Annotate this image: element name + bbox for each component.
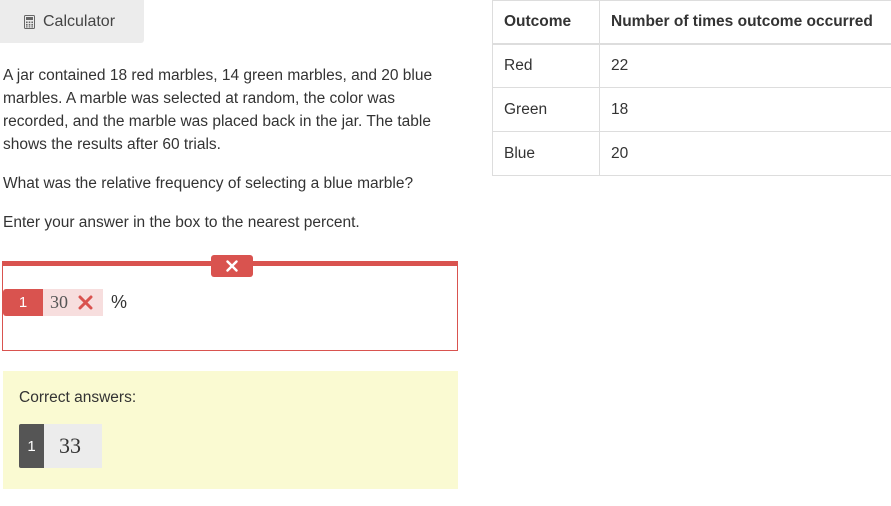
table-cell-outcome: Blue	[492, 131, 600, 176]
question-paragraph: A jar contained 18 red marbles, 14 green…	[3, 67, 433, 153]
response-number: 1	[3, 289, 43, 316]
question-text: A jar contained 18 red marbles, 14 green…	[3, 64, 463, 250]
calculator-button[interactable]: Calculator	[0, 0, 144, 43]
correct-answers-title: Correct answers:	[19, 389, 137, 406]
correct-answer-row: 1 33	[19, 424, 102, 468]
question-instruction: Enter your answer in the box to the near…	[3, 214, 360, 231]
response-row: 1 30 %	[3, 289, 127, 316]
correct-answers-panel: Correct answers: 1 33	[3, 371, 458, 489]
table-cell-count: 20	[599, 131, 891, 176]
answer-box[interactable]: 1 30 %	[2, 255, 458, 351]
correct-answer-number: 1	[19, 424, 44, 468]
correct-answer-value: 33	[44, 424, 102, 468]
response-value: 30	[50, 292, 68, 312]
close-icon	[226, 260, 238, 272]
calculator-icon	[24, 14, 35, 29]
table-cell-outcome: Red	[492, 43, 600, 88]
table-row: Blue 20	[492, 131, 891, 176]
question-prompt: What was the relative frequency of selec…	[3, 175, 414, 192]
calculator-label: Calculator	[43, 12, 116, 30]
table-header-outcome: Outcome	[492, 0, 600, 45]
response-input[interactable]: 30	[43, 289, 103, 316]
incorrect-badge	[211, 255, 253, 277]
results-table: Outcome Number of times outcome occurred…	[492, 0, 891, 176]
table-row: Red 22	[492, 43, 891, 88]
table-row: Green 18	[492, 87, 891, 132]
response-unit: %	[111, 292, 128, 312]
results-table-wrapper: Outcome Number of times outcome occurred…	[492, 0, 891, 176]
table-cell-count: 18	[599, 87, 891, 132]
table-header-count: Number of times outcome occurred	[599, 0, 891, 45]
close-icon	[78, 295, 93, 310]
table-cell-outcome: Green	[492, 87, 600, 132]
table-cell-count: 22	[599, 43, 891, 88]
table-header-row: Outcome Number of times outcome occurred	[492, 0, 891, 45]
